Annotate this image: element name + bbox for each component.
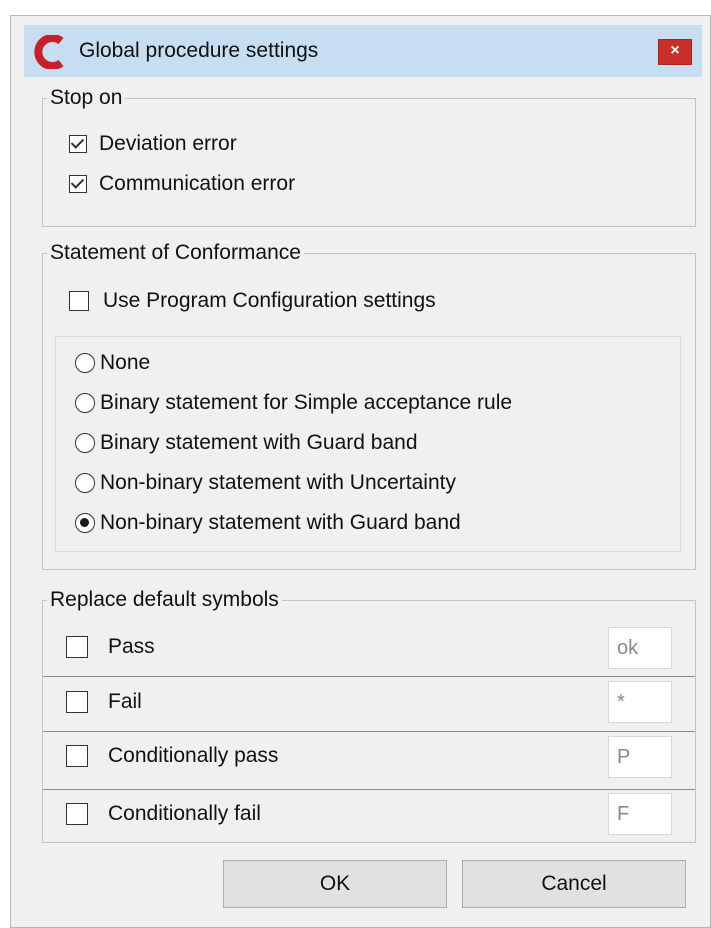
use-program-settings-checkbox[interactable]: [69, 291, 89, 311]
pass-checkbox[interactable]: [66, 636, 88, 658]
conditionally-pass-label: Conditionally pass: [108, 744, 279, 767]
communication-error-checkbox[interactable]: [69, 175, 87, 193]
communication-error-option[interactable]: Communication error: [69, 172, 295, 196]
symbol-row-pass[interactable]: Pass: [66, 635, 155, 659]
radio-option-binary-guard[interactable]: Binary statement with Guard band: [75, 431, 418, 455]
stop-on-group: Stop on Deviation error Communication er…: [42, 86, 696, 227]
conditionally-fail-symbol-input[interactable]: F: [608, 793, 672, 835]
radio-none-label: None: [100, 351, 151, 374]
pass-label: Pass: [108, 635, 155, 658]
radio-nonbinary-uncertainty[interactable]: [75, 473, 95, 493]
cancel-button[interactable]: Cancel: [462, 860, 686, 908]
pass-symbol-input[interactable]: ok: [608, 627, 672, 669]
conditionally-fail-label: Conditionally fail: [108, 802, 261, 825]
fail-symbol-input[interactable]: *: [608, 681, 672, 723]
radio-none[interactable]: [75, 353, 95, 373]
row-divider: [43, 676, 695, 677]
dialog-window: Global procedure settings × Stop on Devi…: [10, 15, 711, 928]
deviation-error-label: Deviation error: [99, 132, 237, 155]
fail-label: Fail: [108, 690, 142, 713]
radio-option-nonbinary-uncertainty[interactable]: Non-binary statement with Uncertainty: [75, 471, 456, 495]
use-program-settings-label: Use Program Configuration settings: [103, 289, 436, 312]
close-button[interactable]: ×: [658, 39, 692, 65]
symbols-legend: Replace default symbols: [47, 588, 282, 612]
radio-option-binary-simple[interactable]: Binary statement for Simple acceptance r…: [75, 391, 512, 415]
symbols-group: Replace default symbols Pass ok Fail * C…: [42, 588, 696, 843]
stop-on-legend: Stop on: [47, 86, 126, 110]
window-title: Global procedure settings: [79, 39, 319, 62]
deviation-error-option[interactable]: Deviation error: [69, 132, 237, 156]
radio-binary-guard[interactable]: [75, 433, 95, 453]
symbol-row-conditionally-fail[interactable]: Conditionally fail: [66, 802, 261, 826]
radio-binary-simple-label: Binary statement for Simple acceptance r…: [100, 391, 513, 414]
radio-nonbinary-uncertainty-label: Non-binary statement with Uncertainty: [100, 471, 456, 494]
deviation-error-checkbox[interactable]: [69, 135, 87, 153]
radio-option-nonbinary-guard[interactable]: Non-binary statement with Guard band: [75, 511, 461, 535]
conditionally-pass-symbol-input[interactable]: P: [608, 736, 672, 778]
app-logo-icon: [34, 35, 64, 69]
conditionally-pass-checkbox[interactable]: [66, 745, 88, 767]
radio-nonbinary-guard[interactable]: [75, 513, 95, 533]
use-program-settings-option[interactable]: Use Program Configuration settings: [69, 289, 436, 313]
row-divider: [43, 789, 695, 790]
communication-error-label: Communication error: [99, 172, 296, 195]
symbol-row-fail[interactable]: Fail: [66, 690, 142, 714]
conformance-legend: Statement of Conformance: [47, 241, 304, 265]
conformance-group: Statement of Conformance Use Program Con…: [42, 241, 696, 570]
fail-checkbox[interactable]: [66, 691, 88, 713]
radio-binary-guard-label: Binary statement with Guard band: [100, 431, 418, 454]
symbol-row-conditionally-pass[interactable]: Conditionally pass: [66, 744, 278, 768]
statement-options-box: None Binary statement for Simple accepta…: [55, 336, 681, 552]
row-divider: [43, 731, 695, 732]
title-bar[interactable]: Global procedure settings ×: [24, 25, 702, 77]
ok-button[interactable]: OK: [223, 860, 447, 908]
conditionally-fail-checkbox[interactable]: [66, 803, 88, 825]
radio-nonbinary-guard-label: Non-binary statement with Guard band: [100, 511, 461, 534]
radio-binary-simple[interactable]: [75, 393, 95, 413]
radio-option-none[interactable]: None: [75, 351, 150, 375]
